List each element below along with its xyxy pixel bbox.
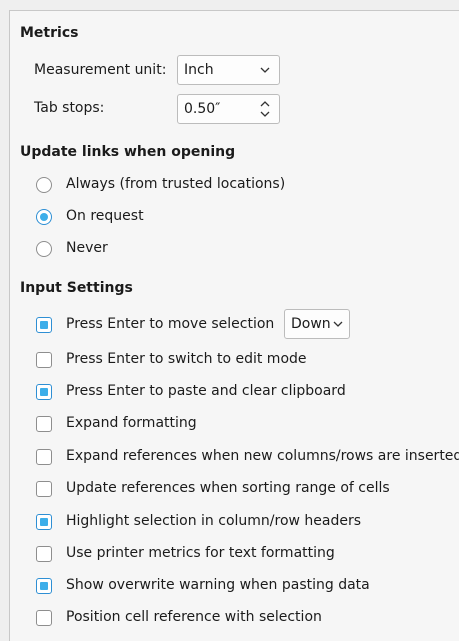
checkbox-enter-paste-clear[interactable] — [36, 384, 52, 400]
checkbox-enter-edit-mode[interactable] — [36, 352, 52, 368]
update-links-heading: Update links when opening — [20, 144, 236, 160]
checkbox-position-cell-reference[interactable] — [36, 610, 52, 626]
tab-stops-value: 0.50″ — [184, 101, 221, 117]
checkbox-highlight-selection[interactable] — [36, 514, 52, 530]
checkbox-printer-metrics[interactable] — [36, 546, 52, 562]
measurement-unit-label: Measurement unit: — [34, 62, 167, 78]
checkbox-overwrite-warning-label[interactable]: Show overwrite warning when pasting data — [66, 577, 370, 593]
checkbox-expand-references[interactable] — [36, 449, 52, 465]
checkbox-update-references-sorting-label[interactable]: Update references when sorting range of … — [66, 480, 390, 496]
measurement-unit-select[interactable]: Inch — [177, 55, 280, 85]
input-settings-heading: Input Settings — [20, 280, 133, 296]
chevron-down-icon — [260, 67, 270, 73]
metrics-heading: Metrics — [20, 25, 79, 41]
move-direction-select[interactable]: Down — [284, 309, 350, 339]
checkbox-expand-formatting-label[interactable]: Expand formatting — [66, 415, 197, 431]
checkbox-expand-references-label[interactable]: Expand references when new columns/rows … — [66, 448, 459, 464]
radio-on-request[interactable] — [36, 209, 52, 225]
checkbox-overwrite-warning[interactable] — [36, 578, 52, 594]
checkbox-update-references-sorting[interactable] — [36, 481, 52, 497]
tab-stops-spinbox[interactable]: 0.50″ — [177, 94, 280, 124]
tab-stops-label: Tab stops: — [34, 100, 105, 116]
checkbox-printer-metrics-label[interactable]: Use printer metrics for text formatting — [66, 545, 335, 561]
checkbox-enter-paste-clear-label[interactable]: Press Enter to paste and clear clipboard — [66, 383, 346, 399]
spin-arrows-icon[interactable] — [259, 95, 271, 123]
radio-never-label[interactable]: Never — [66, 240, 108, 256]
checkbox-position-cell-reference-label[interactable]: Position cell reference with selection — [66, 609, 322, 625]
radio-always-label[interactable]: Always (from trusted locations) — [66, 176, 285, 192]
checkbox-enter-move-selection-label[interactable]: Press Enter to move selection — [66, 316, 274, 332]
options-panel: Metrics Measurement unit: Inch Tab stops… — [9, 10, 459, 641]
radio-never[interactable] — [36, 241, 52, 257]
measurement-unit-value: Inch — [184, 62, 214, 78]
chevron-down-icon — [333, 321, 343, 327]
radio-on-request-label[interactable]: On request — [66, 208, 144, 224]
checkbox-highlight-selection-label[interactable]: Highlight selection in column/row header… — [66, 513, 361, 529]
checkbox-expand-formatting[interactable] — [36, 416, 52, 432]
checkbox-enter-move-selection[interactable] — [36, 317, 52, 333]
radio-always[interactable] — [36, 177, 52, 193]
move-direction-value: Down — [291, 316, 331, 332]
checkbox-enter-edit-mode-label[interactable]: Press Enter to switch to edit mode — [66, 351, 307, 367]
